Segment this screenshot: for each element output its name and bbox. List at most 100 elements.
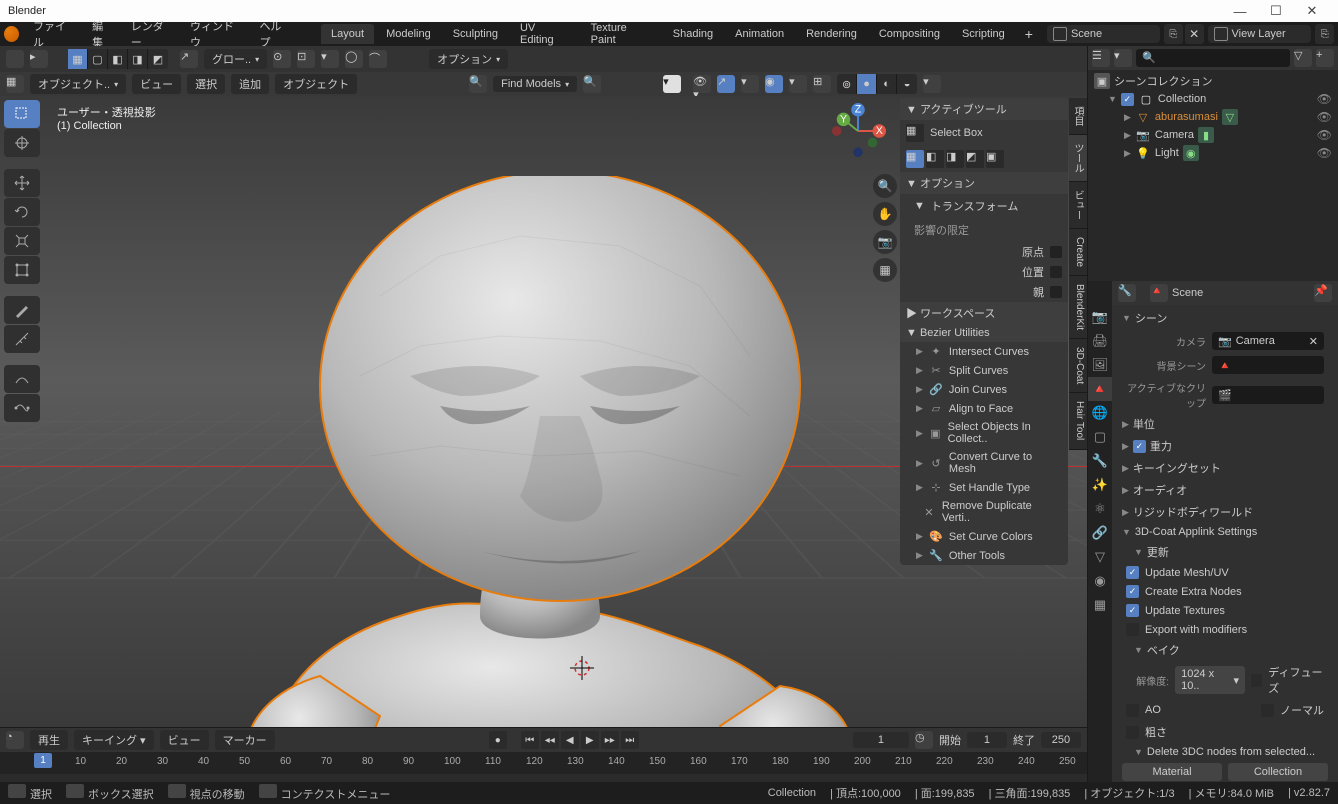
- drag-xor-icon[interactable]: ◩: [966, 150, 984, 168]
- tool-move[interactable]: [4, 169, 40, 197]
- ortho-toggle-button[interactable]: ▦: [873, 258, 897, 282]
- jump-start-button[interactable]: ⏮: [521, 731, 539, 749]
- shading-lookdev-icon[interactable]: ◐: [877, 74, 897, 94]
- object-row-light[interactable]: ▶ 💡 Light ◉ 👁: [1090, 144, 1336, 162]
- workspace-tab-animation[interactable]: Animation: [725, 24, 794, 44]
- options-dropdown[interactable]: オプション▾: [429, 49, 508, 69]
- cb-diffuse[interactable]: [1251, 674, 1262, 687]
- ptab-texture[interactable]: ▦: [1088, 593, 1112, 617]
- minimize-button[interactable]: —: [1222, 4, 1258, 19]
- tl-keying-menu[interactable]: キーイング ▾: [74, 730, 154, 750]
- cb-ao[interactable]: [1126, 704, 1139, 717]
- tool-cursor[interactable]: [4, 129, 40, 157]
- viewlayer-selector[interactable]: View Layer: [1208, 25, 1312, 43]
- next-key-button[interactable]: ▸▸: [601, 731, 619, 749]
- tl-marker-menu[interactable]: マーカー: [215, 730, 275, 750]
- sec-gravity[interactable]: ▶✓重力: [1116, 435, 1334, 457]
- bezier-convert-to-mesh[interactable]: ▶↺Convert Curve to Mesh: [900, 448, 1068, 478]
- workspace-tab-sculpting[interactable]: Sculpting: [443, 24, 508, 44]
- find-models-icon[interactable]: 🔍: [469, 75, 487, 93]
- tool-curve-edit[interactable]: [4, 394, 40, 422]
- maximize-button[interactable]: ☐: [1258, 3, 1294, 19]
- snap-toggle[interactable]: ⊡: [297, 50, 315, 68]
- cb-create-extra[interactable]: ✓: [1126, 585, 1139, 598]
- shading-render-icon[interactable]: ◒: [897, 74, 917, 94]
- proportional-falloff-icon[interactable]: ⌒: [369, 50, 387, 68]
- object-row-camera[interactable]: ▶ 📷 Camera ▮ 👁: [1090, 126, 1336, 144]
- ptab-constraints[interactable]: 🔗: [1088, 521, 1112, 545]
- camera-view-button[interactable]: 📷: [873, 230, 897, 254]
- menu-object[interactable]: オブジェクト: [275, 74, 357, 94]
- shading-wire-icon[interactable]: ⊚: [837, 74, 857, 94]
- tool-transform[interactable]: [4, 256, 40, 284]
- ntab-hairtool[interactable]: Hair Tool: [1069, 393, 1087, 449]
- viewport[interactable]: ユーザー・透視投影 (1) Collection: [0, 96, 1087, 727]
- zoom-button[interactable]: 🔍: [873, 174, 897, 198]
- pin-icon[interactable]: 📌: [1314, 284, 1332, 302]
- drag-and-icon[interactable]: ▣: [986, 150, 1004, 168]
- np-bezier-header[interactable]: ▼ Bezier Utilities: [900, 324, 1068, 342]
- sec-bake[interactable]: ▼ベイク: [1116, 639, 1334, 661]
- tl-playback-menu[interactable]: 再生: [30, 730, 68, 750]
- ptab-viewlayer[interactable]: 🖼: [1088, 353, 1112, 377]
- props-editor-icon[interactable]: 🔧: [1118, 284, 1136, 302]
- ptab-particles[interactable]: ✨: [1088, 473, 1112, 497]
- ntab-view[interactable]: ビュー: [1069, 182, 1087, 229]
- mesh-visibility-icon[interactable]: 👁: [1317, 110, 1332, 124]
- find-models-caret[interactable]: ▾: [663, 75, 681, 93]
- select-extend-icon[interactable]: ▦: [68, 49, 88, 69]
- tool-select-box[interactable]: [4, 100, 40, 128]
- cursor-tool-icon[interactable]: ▸: [30, 50, 48, 68]
- tool-scale[interactable]: [4, 227, 40, 255]
- shading-dropdown[interactable]: ▾: [923, 75, 941, 93]
- ptab-object[interactable]: ▢: [1088, 425, 1112, 449]
- mode-dropdown[interactable]: オブジェクト..▾: [30, 74, 126, 94]
- btn-material[interactable]: Material: [1122, 763, 1222, 781]
- collection-visibility-icon[interactable]: 👁: [1317, 92, 1332, 106]
- snap-dropdown[interactable]: ▾: [321, 50, 339, 68]
- bezier-remove-dup-verts[interactable]: ✕Remove Duplicate Verti..: [900, 497, 1068, 527]
- xray-toggle[interactable]: ⊞: [813, 75, 831, 93]
- np-active-tool-header[interactable]: ▼ アクティブツール: [900, 98, 1068, 120]
- ptab-physics[interactable]: ⚛: [1088, 497, 1112, 521]
- camera-visibility-icon[interactable]: 👁: [1317, 128, 1332, 142]
- object-row-mesh[interactable]: ▶ ▽ aburasumasi ▽ 👁: [1090, 108, 1336, 126]
- ptab-output[interactable]: 🖨: [1088, 329, 1112, 353]
- cb-normal[interactable]: [1261, 704, 1274, 717]
- outliner-search[interactable]: [1136, 49, 1290, 67]
- sec-keying[interactable]: ▶キーイングセット: [1116, 457, 1334, 479]
- tool-annotate[interactable]: [4, 296, 40, 324]
- timeline-ruler[interactable]: 1 10203040506070809010011012013014015016…: [0, 752, 1087, 774]
- end-frame[interactable]: 250: [1041, 732, 1081, 748]
- sec-unit[interactable]: ▶単位: [1116, 413, 1334, 435]
- mesh-object[interactable]: [180, 176, 880, 727]
- play-button[interactable]: ▶: [581, 731, 599, 749]
- workspace-tab-rendering[interactable]: Rendering: [796, 24, 867, 44]
- light-visibility-icon[interactable]: 👁: [1317, 146, 1332, 160]
- tool-curve-draw[interactable]: [4, 365, 40, 393]
- sec-update[interactable]: ▼更新: [1116, 541, 1334, 563]
- ptab-data[interactable]: ▽: [1088, 545, 1112, 569]
- drag-sub-icon[interactable]: ◨: [946, 150, 964, 168]
- scene-delete-button[interactable]: ✕: [1185, 24, 1204, 44]
- close-button[interactable]: ✕: [1294, 3, 1330, 19]
- gizmo-dropdown[interactable]: ▾: [741, 75, 759, 93]
- collection-row[interactable]: ▼ ✓ ▢ Collection 👁: [1090, 90, 1336, 108]
- find-models-dropdown[interactable]: Find Models▾: [493, 76, 577, 92]
- workspace-tab-shading[interactable]: Shading: [663, 24, 723, 44]
- np-transform-header[interactable]: トランスフォーム: [931, 198, 1018, 214]
- bezier-intersect-curves[interactable]: ▶✦Intersect Curves: [900, 342, 1068, 361]
- autokey-toggle[interactable]: ●: [489, 731, 507, 749]
- sec-audio[interactable]: ▶オーディオ: [1116, 479, 1334, 501]
- overlay-toggle[interactable]: ◉: [765, 75, 783, 93]
- ntab-blenderkit[interactable]: BlenderKit: [1069, 276, 1087, 339]
- proportional-edit-icon[interactable]: ◯: [345, 50, 363, 68]
- pan-button[interactable]: ✋: [873, 202, 897, 226]
- frame-lock-icon[interactable]: ◷: [915, 731, 933, 749]
- start-frame[interactable]: 1: [967, 732, 1007, 748]
- shading-solid-icon[interactable]: ●: [857, 74, 877, 94]
- outliner-filter-button[interactable]: ▽: [1294, 49, 1312, 67]
- ntab-tool[interactable]: ツール: [1069, 135, 1087, 182]
- cb-update-mesh[interactable]: ✓: [1126, 566, 1139, 579]
- timeline-editor-icon[interactable]: ◔: [6, 731, 24, 749]
